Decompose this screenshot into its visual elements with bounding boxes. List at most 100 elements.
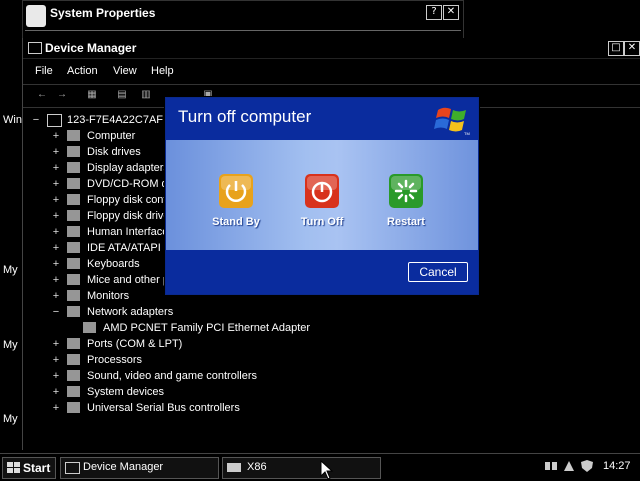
expand-icon[interactable]: +: [51, 384, 61, 400]
edge-label: Win: [3, 114, 22, 126]
print-icon[interactable]: ▥: [139, 89, 153, 101]
device-category-icon: [67, 354, 80, 365]
tree-item-label: Display adapters: [87, 162, 169, 174]
expand-icon[interactable]: +: [51, 272, 61, 288]
menu-action[interactable]: Action: [67, 65, 98, 77]
expand-icon[interactable]: +: [51, 160, 61, 176]
device-category-icon: [67, 194, 80, 205]
dialog-footer: Cancel: [166, 250, 478, 294]
tree-item-label: Sound, video and game controllers: [87, 370, 257, 382]
tree-root-label: 123-F7E4A22C7AF: [67, 114, 163, 126]
expand-icon[interactable]: +: [51, 400, 61, 416]
expand-icon[interactable]: +: [51, 208, 61, 224]
device-category-icon: [67, 306, 80, 317]
device-manager-icon: [65, 462, 80, 474]
expand-icon[interactable]: +: [51, 128, 61, 144]
expand-icon[interactable]: +: [51, 352, 61, 368]
tree-item-label: Keyboards: [87, 258, 140, 270]
help-button[interactable]: ?: [426, 5, 442, 20]
task-label: X86: [247, 461, 267, 473]
tree-item-label: Processors: [87, 354, 143, 366]
stand-by-label[interactable]: Stand By: [196, 216, 276, 228]
svg-text:TM: TM: [464, 131, 470, 136]
turn-off-dialog[interactable]: Turn off computer TM Stand By Turn Off R…: [165, 97, 479, 295]
device-category-icon: [67, 258, 80, 269]
window-title: Device Manager: [45, 41, 137, 55]
forward-icon[interactable]: →: [55, 89, 69, 101]
expand-icon[interactable]: +: [51, 144, 61, 160]
device-category-icon: [67, 162, 80, 173]
device-category-icon: [67, 210, 80, 221]
close-button[interactable]: ✕: [443, 5, 459, 20]
device-category-icon: [67, 370, 80, 381]
device-category-icon: [67, 274, 80, 285]
menu-view[interactable]: View: [113, 65, 137, 77]
computer-icon: [47, 114, 62, 127]
restart-label[interactable]: Restart: [366, 216, 446, 228]
dialog-title: Turn off computer: [178, 107, 312, 126]
mouse-cursor-icon: [320, 460, 334, 480]
expand-icon[interactable]: +: [51, 240, 61, 256]
dialog-header: Turn off computer TM: [166, 98, 478, 140]
system-properties-window[interactable]: System Properties ? ✕: [22, 0, 464, 40]
device-category-icon: [67, 402, 80, 413]
expand-icon[interactable]: +: [51, 192, 61, 208]
device-category-icon: [67, 146, 80, 157]
back-icon[interactable]: ←: [35, 89, 49, 101]
expand-icon[interactable]: +: [51, 288, 61, 304]
edge-label: My: [3, 339, 18, 351]
start-label: Start: [23, 461, 51, 475]
properties-icon[interactable]: ▤: [115, 89, 129, 101]
tree-item-label: Universal Serial Bus controllers: [87, 402, 240, 414]
turn-off-button[interactable]: [305, 174, 339, 208]
maximize-button[interactable]: □: [608, 41, 624, 56]
close-button[interactable]: ✕: [624, 41, 640, 56]
windows-flag-icon: [7, 462, 20, 473]
menu-help[interactable]: Help: [151, 65, 174, 77]
security-shield-icon[interactable]: [580, 459, 594, 473]
dialog-body: Stand By Turn Off Restart: [166, 140, 478, 250]
device-category-icon: [67, 242, 80, 253]
tree-item-label: Human Interface: [87, 226, 169, 238]
cancel-button[interactable]: Cancel: [408, 262, 468, 282]
tree-item-label: Network adapters: [87, 306, 174, 318]
device-category-icon: [67, 386, 80, 397]
expand-icon[interactable]: +: [51, 368, 61, 384]
title-bar: Device Manager □ ✕: [23, 38, 640, 59]
tree-item-label: Floppy disk contr: [87, 194, 171, 206]
clock: 14:27: [603, 460, 631, 472]
restart-button[interactable]: [389, 174, 423, 208]
expand-icon[interactable]: +: [51, 176, 61, 192]
expand-icon[interactable]: +: [51, 224, 61, 240]
task-device-manager[interactable]: Device Manager: [60, 457, 219, 479]
tree-item-label: Monitors: [87, 290, 130, 302]
system-properties-title: System Properties: [50, 6, 156, 20]
expand-icon[interactable]: +: [51, 336, 61, 352]
start-button[interactable]: Start: [2, 457, 56, 479]
turn-off-label[interactable]: Turn Off: [282, 216, 362, 228]
tree-item-label: IDE ATA/ATAPI c: [87, 242, 170, 254]
device-category-icon: [67, 338, 80, 349]
tree-item-label: AMD PCNET Family PCI Ethernet Adapter: [103, 322, 311, 334]
tree-item-label: Mice and other p: [87, 274, 169, 286]
task-x86[interactable]: X86: [222, 457, 381, 479]
network-icon[interactable]: [544, 459, 558, 473]
tree-item-label: Ports (COM & LPT): [87, 338, 183, 350]
console-tree-icon[interactable]: ▦: [85, 89, 99, 101]
menu-file[interactable]: File: [35, 65, 53, 77]
expand-icon[interactable]: +: [51, 256, 61, 272]
folder-icon: [227, 463, 241, 472]
collapse-icon[interactable]: −: [51, 304, 61, 320]
device-category-icon: [83, 322, 96, 333]
edge-label: My: [3, 413, 18, 425]
device-category-icon: [67, 130, 80, 141]
tab-strip: [25, 30, 461, 32]
device-category-icon: [67, 178, 80, 189]
stand-by-button[interactable]: [219, 174, 253, 208]
tree-item-label: Computer: [87, 130, 136, 142]
collapse-icon[interactable]: −: [31, 112, 41, 128]
task-label: Device Manager: [83, 461, 164, 473]
windows-logo-icon: TM: [434, 107, 470, 136]
safely-remove-icon[interactable]: [562, 459, 576, 473]
device-manager-icon: [28, 42, 42, 54]
